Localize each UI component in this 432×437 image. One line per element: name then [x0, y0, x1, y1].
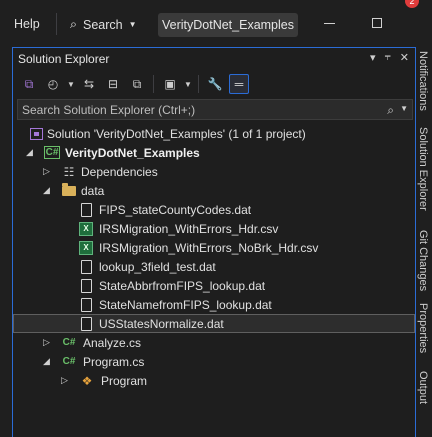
maximize-icon[interactable] [372, 18, 382, 28]
tree-item-label: Program.cs [83, 354, 145, 369]
tree-item-label: lookup_3field_test.dat [99, 259, 216, 274]
tree-item-label: Program [101, 373, 148, 388]
csv-file-icon: X [78, 221, 94, 237]
tree-item-project[interactable]: ◢ C# VerityDotNet_Examples [13, 143, 415, 162]
dependencies-icon: ☷ [63, 164, 75, 179]
search-icon: ⌕ [70, 17, 78, 31]
collapsed-arrow-icon[interactable]: ▷ [43, 166, 50, 177]
solution-icon [28, 126, 44, 142]
tree-item-label: VerityDotNet_Examples [65, 145, 200, 160]
sync-icon[interactable]: ⇆ [79, 74, 99, 94]
panel-options-icon[interactable]: ▾ [370, 51, 376, 64]
tab-git-changes[interactable]: Git Changes [417, 230, 429, 291]
csharp-file-icon: C# [62, 356, 76, 367]
menu-help[interactable]: Help [14, 17, 40, 31]
tree-item-label: Dependencies [81, 164, 158, 179]
preview-selected-icon[interactable]: ═ [229, 74, 249, 94]
tab-notifications[interactable]: Notifications [417, 51, 429, 111]
chevron-down-icon[interactable]: ▼ [184, 80, 192, 89]
chevron-down-icon[interactable]: ▼ [400, 104, 408, 113]
tree-item-data-folder[interactable]: ◢ data [13, 181, 415, 200]
collapsed-arrow-icon[interactable]: ▷ [61, 375, 68, 386]
chevron-down-icon: ▼ [128, 20, 137, 29]
show-all-files-icon[interactable]: ⧉ [127, 74, 147, 94]
csharp-project-icon: C# [43, 146, 61, 159]
tree-item-file[interactable]: lookup_3field_test.dat [13, 257, 415, 276]
tree-item-file-selected[interactable]: USStatesNormalize.dat [13, 314, 415, 333]
tree-item-label: StateAbbrfromFIPS_lookup.dat [99, 278, 266, 293]
panel-title-controls: ▾ ⫧ ✕ [370, 51, 409, 64]
notification-badge[interactable]: 2 [405, 0, 419, 8]
search-placeholder: Search Solution Explorer (Ctrl+;) [22, 103, 196, 117]
panel-toolbar: ⧉ ◴ ▼ ⇆ ⊟ ⧉ ▣ ▼ 🔧 ═ [13, 70, 415, 98]
csharp-file-icon: C# [62, 337, 76, 348]
tree-item-file[interactable]: X IRSMigration_WithErrors_Hdr.csv [13, 219, 415, 238]
expanded-arrow-icon[interactable]: ◢ [26, 147, 33, 158]
panel-title: Solution Explorer [18, 52, 110, 66]
project-name-label: VerityDotNet_Examples [161, 18, 294, 32]
tree-item-label: IRSMigration_WithErrors_Hdr.csv [99, 221, 279, 236]
expanded-arrow-icon[interactable]: ◢ [43, 185, 50, 196]
tree-item-dependencies[interactable]: ▷ ☷ Dependencies [13, 162, 415, 181]
chevron-down-icon[interactable]: ▼ [67, 80, 75, 89]
file-icon [78, 259, 94, 275]
properties-wrench-icon[interactable]: 🔧 [205, 74, 225, 94]
tree-item-analyze-cs[interactable]: ▷ C# Analyze.cs [13, 333, 415, 352]
tab-output[interactable]: Output [417, 371, 429, 404]
solution-explorer-panel: Solution Explorer ▾ ⫧ ✕ ⧉ ◴ ▼ ⇆ ⊟ ⧉ ▣ ▼ … [12, 47, 416, 437]
tab-solution-explorer[interactable]: Solution Explorer [417, 127, 429, 211]
tree-item-file[interactable]: StateAbbrfromFIPS_lookup.dat [13, 276, 415, 295]
toolbar-separator [198, 75, 199, 93]
file-icon [78, 202, 94, 218]
tree-item-program-class[interactable]: ▷ ❖ Program [13, 371, 415, 390]
tree-item-solution[interactable]: Solution 'VerityDotNet_Examples' (1 of 1… [13, 124, 415, 143]
search-input[interactable]: Search Solution Explorer (Ctrl+;) ⌕ ▼ [17, 99, 413, 120]
file-icon [78, 278, 94, 294]
tree-item-label: Solution 'VerityDotNet_Examples' (1 of 1… [47, 126, 306, 141]
right-tool-strip: Notifications Solution Explorer Git Chan… [416, 47, 432, 437]
pin-icon[interactable]: ⫧ [385, 51, 391, 64]
file-icon [78, 316, 94, 332]
tree-item-label: USStatesNormalize.dat [99, 316, 224, 331]
collapse-all-icon[interactable]: ⊟ [103, 74, 123, 94]
expanded-arrow-icon[interactable]: ◢ [43, 356, 50, 367]
tree-item-label: StateNamefromFIPS_lookup.dat [99, 297, 272, 312]
switch-views-icon[interactable]: ⧉ [19, 74, 39, 94]
class-icon: ❖ [81, 373, 93, 388]
tree-item-file[interactable]: StateNamefromFIPS_lookup.dat [13, 295, 415, 314]
toolbar-separator [153, 75, 154, 93]
minimize-icon[interactable] [324, 23, 335, 24]
tree-item-program-cs[interactable]: ◢ C# Program.cs [13, 352, 415, 371]
file-icon [78, 297, 94, 313]
tree-item-file[interactable]: X IRSMigration_WithErrors_NoBrk_Hdr.csv [13, 238, 415, 257]
menu-separator [56, 13, 57, 35]
folder-icon [61, 182, 77, 199]
tree-item-label: FIPS_stateCountyCodes.dat [99, 202, 252, 217]
tab-properties[interactable]: Properties [417, 303, 429, 353]
close-icon[interactable]: ✕ [400, 51, 409, 64]
tree-item-label: Analyze.cs [83, 335, 142, 350]
project-name-button[interactable]: VerityDotNet_Examples [158, 13, 298, 37]
menu-search[interactable]: ⌕ Search ▼ [70, 17, 137, 32]
panel-title-row: Solution Explorer ▾ ⫧ ✕ [13, 48, 415, 70]
history-icon[interactable]: ◴ [43, 74, 63, 94]
tree-item-label: data [81, 183, 105, 198]
csv-file-icon: X [78, 240, 94, 256]
search-icon[interactable]: ⌕ [387, 103, 394, 118]
collapsed-arrow-icon[interactable]: ▷ [43, 337, 50, 348]
tree-item-label: IRSMigration_WithErrors_NoBrk_Hdr.csv [99, 240, 319, 255]
tree-item-file[interactable]: FIPS_stateCountyCodes.dat [13, 200, 415, 219]
menu-search-label: Search [83, 17, 123, 32]
title-bar: Help ⌕ Search ▼ VerityDotNet_Examples 2 [0, 0, 432, 47]
filter-icon[interactable]: ▣ [160, 74, 180, 94]
